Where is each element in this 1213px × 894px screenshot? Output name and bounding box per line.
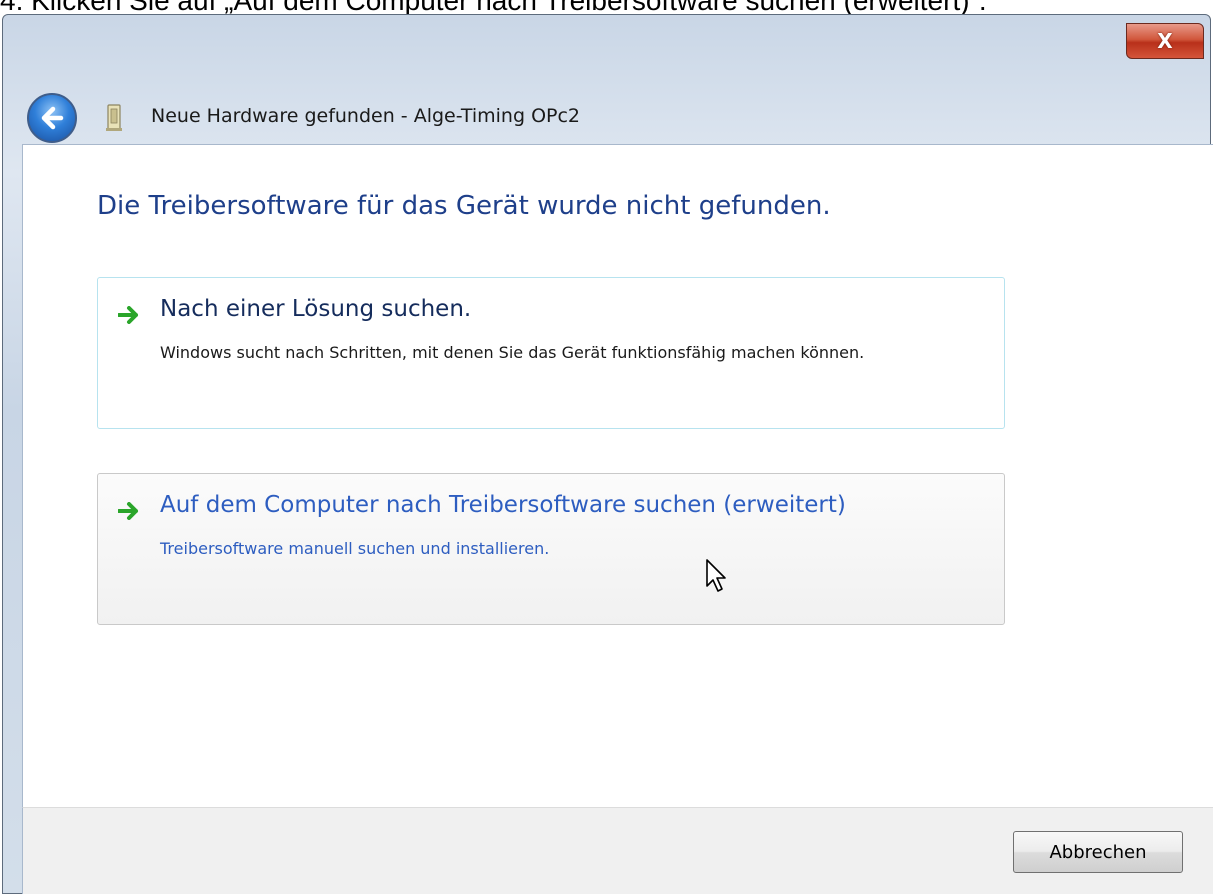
close-icon: X	[1157, 29, 1173, 53]
back-arrow-icon	[41, 106, 64, 130]
option-title: Nach einer Lösung suchen.	[160, 296, 472, 322]
option-title: Auf dem Computer nach Treibersoftware su…	[160, 492, 846, 518]
green-arrow-icon	[118, 502, 138, 520]
search-solution-option[interactable]: Nach einer Lösung suchen. Windows sucht …	[97, 277, 1005, 429]
dialog-footer: Abbrechen	[22, 807, 1213, 894]
close-button[interactable]: X	[1126, 23, 1204, 59]
cancel-button[interactable]: Abbrechen	[1013, 831, 1183, 873]
browse-computer-option[interactable]: Auf dem Computer nach Treibersoftware su…	[97, 473, 1005, 625]
page-heading: Die Treibersoftware für das Gerät wurde …	[97, 191, 831, 221]
back-button[interactable]	[27, 93, 77, 143]
option-description: Treibersoftware manuell suchen und insta…	[160, 539, 550, 558]
usb-device-icon	[106, 104, 122, 131]
option-description: Windows sucht nach Schritten, mit denen …	[160, 343, 865, 362]
window-title: Neue Hardware gefunden - Alge-Timing OPc…	[151, 105, 581, 127]
mouse-pointer-icon	[706, 559, 726, 592]
green-arrow-icon	[118, 306, 138, 324]
content-panel: Die Treibersoftware für das Gerät wurde …	[22, 144, 1213, 807]
